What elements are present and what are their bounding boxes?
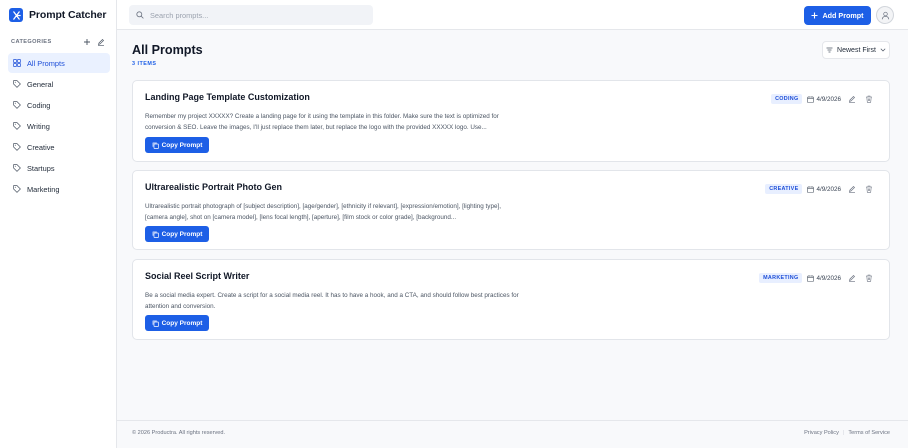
prompt-meta: CREATIVE 4/9/2026: [765, 183, 875, 195]
prompt-text: Be a social media expert. Create a scrip…: [145, 292, 519, 310]
sidebar-item-label: Writing: [27, 121, 50, 131]
prompt-date: 4/9/2026: [807, 186, 841, 193]
sidebar-item-writing[interactable]: Writing: [8, 116, 110, 136]
copy-prompt-label: Copy Prompt: [161, 230, 203, 238]
prompt-text: Ultrarealistic portrait photograph of [s…: [145, 203, 501, 221]
tag-icon: [13, 143, 21, 151]
sidebar-item-label: All Prompts: [27, 58, 65, 68]
logo-icon: [9, 8, 23, 22]
user-avatar[interactable]: [876, 6, 894, 24]
footer: © 2026 Productra. All rights reserved. P…: [117, 420, 908, 448]
category-tag: CODING: [771, 94, 803, 104]
copyright-text: © 2026 Productra. All rights reserved.: [132, 430, 226, 436]
copy-icon: [152, 320, 159, 327]
edit-icon[interactable]: [846, 272, 858, 284]
brand[interactable]: Prompt Catcher: [0, 0, 116, 30]
tag-icon: [13, 80, 21, 88]
prompt-card: Ultrarealistic Portrait Photo Gen CREATI…: [132, 170, 890, 250]
edit-categories-icon[interactable]: [97, 38, 105, 46]
prompt-title: Ultrarealistic Portrait Photo Gen: [145, 182, 283, 192]
search-input[interactable]: [150, 10, 360, 20]
sidebar-item-label: Marketing: [27, 184, 60, 194]
footer-links: Privacy Policy | Terms of Service: [804, 430, 890, 436]
sidebar-item-label: Coding: [27, 100, 51, 110]
calendar-icon: [807, 185, 815, 193]
copy-prompt-button[interactable]: Copy Prompt: [145, 226, 209, 242]
sidebar-item-startups[interactable]: Startups: [8, 158, 110, 178]
categories-title: CATEGORIES: [11, 39, 52, 45]
prompt-date: 4/9/2026: [807, 275, 841, 282]
prompt-date-text: 4/9/2026: [816, 95, 841, 103]
add-prompt-label: Add Prompt: [822, 11, 864, 20]
sidebar-item-all-prompts[interactable]: All Prompts: [8, 53, 110, 73]
page-title: All Prompts: [132, 43, 203, 57]
categories-header: CATEGORIES: [0, 36, 116, 48]
prompt-date: 4/9/2026: [807, 96, 841, 103]
prompt-meta: CODING 4/9/2026: [771, 93, 875, 105]
prompt-text: Remember my project XXXXX? Create a land…: [145, 113, 499, 131]
sidebar-item-label: General: [27, 79, 54, 89]
plus-icon: [811, 12, 818, 19]
grid-icon: [13, 59, 21, 67]
copy-icon: [152, 231, 159, 238]
item-count: 3 ITEMS: [132, 61, 157, 67]
copy-prompt-label: Copy Prompt: [161, 141, 203, 149]
add-category-icon[interactable]: [83, 38, 91, 46]
sidebar-item-coding[interactable]: Coding: [8, 95, 110, 115]
sidebar-item-label: Creative: [27, 142, 55, 152]
delete-icon[interactable]: [863, 272, 875, 284]
footer-separator: |: [842, 430, 845, 436]
add-prompt-button[interactable]: Add Prompt: [804, 6, 871, 25]
topbar: Add Prompt: [117, 0, 908, 30]
chevron-down-icon: [880, 48, 886, 52]
delete-icon[interactable]: [863, 183, 875, 195]
copy-prompt-button[interactable]: Copy Prompt: [145, 315, 209, 331]
copy-prompt-label: Copy Prompt: [161, 319, 203, 327]
category-tag: CREATIVE: [765, 184, 803, 194]
sort-dropdown[interactable]: Newest First: [822, 41, 890, 59]
privacy-policy-link[interactable]: Privacy Policy: [804, 430, 839, 436]
prompt-card: Landing Page Template Customization CODI…: [132, 80, 890, 162]
tag-icon: [13, 185, 21, 193]
sidebar-item-creative[interactable]: Creative: [8, 137, 110, 157]
prompt-meta: MARKETING 4/9/2026: [759, 272, 875, 284]
search-box[interactable]: [129, 5, 373, 25]
prompt-date-text: 4/9/2026: [816, 274, 841, 282]
sidebar-item-marketing[interactable]: Marketing: [8, 179, 110, 199]
edit-icon[interactable]: [846, 183, 858, 195]
sidebar-item-general[interactable]: General: [8, 74, 110, 94]
user-icon: [881, 11, 889, 19]
calendar-icon: [807, 274, 815, 282]
search-icon: [136, 11, 144, 19]
category-tag: MARKETING: [759, 273, 803, 283]
sidebar: Prompt Catcher CATEGORIES All Prompts Ge…: [0, 0, 117, 448]
calendar-icon: [807, 95, 815, 103]
edit-icon[interactable]: [846, 93, 858, 105]
prompt-date-text: 4/9/2026: [816, 185, 841, 193]
prompt-card: Social Reel Script Writer MARKETING 4/9/…: [132, 259, 890, 340]
category-nav: All Prompts General Coding Writing Creat…: [0, 53, 116, 199]
tag-icon: [13, 164, 21, 172]
copy-prompt-button[interactable]: Copy Prompt: [145, 137, 209, 153]
sidebar-item-label: Startups: [27, 163, 55, 173]
app-name: Prompt Catcher: [29, 9, 107, 21]
tag-icon: [13, 122, 21, 130]
filter-icon: [826, 47, 833, 53]
prompt-title: Social Reel Script Writer: [145, 271, 250, 281]
terms-of-service-link[interactable]: Terms of Service: [848, 430, 890, 436]
sort-label: Newest First: [837, 46, 876, 54]
copy-icon: [152, 142, 159, 149]
tag-icon: [13, 101, 21, 109]
delete-icon[interactable]: [863, 93, 875, 105]
prompt-title: Landing Page Template Customization: [145, 92, 310, 102]
